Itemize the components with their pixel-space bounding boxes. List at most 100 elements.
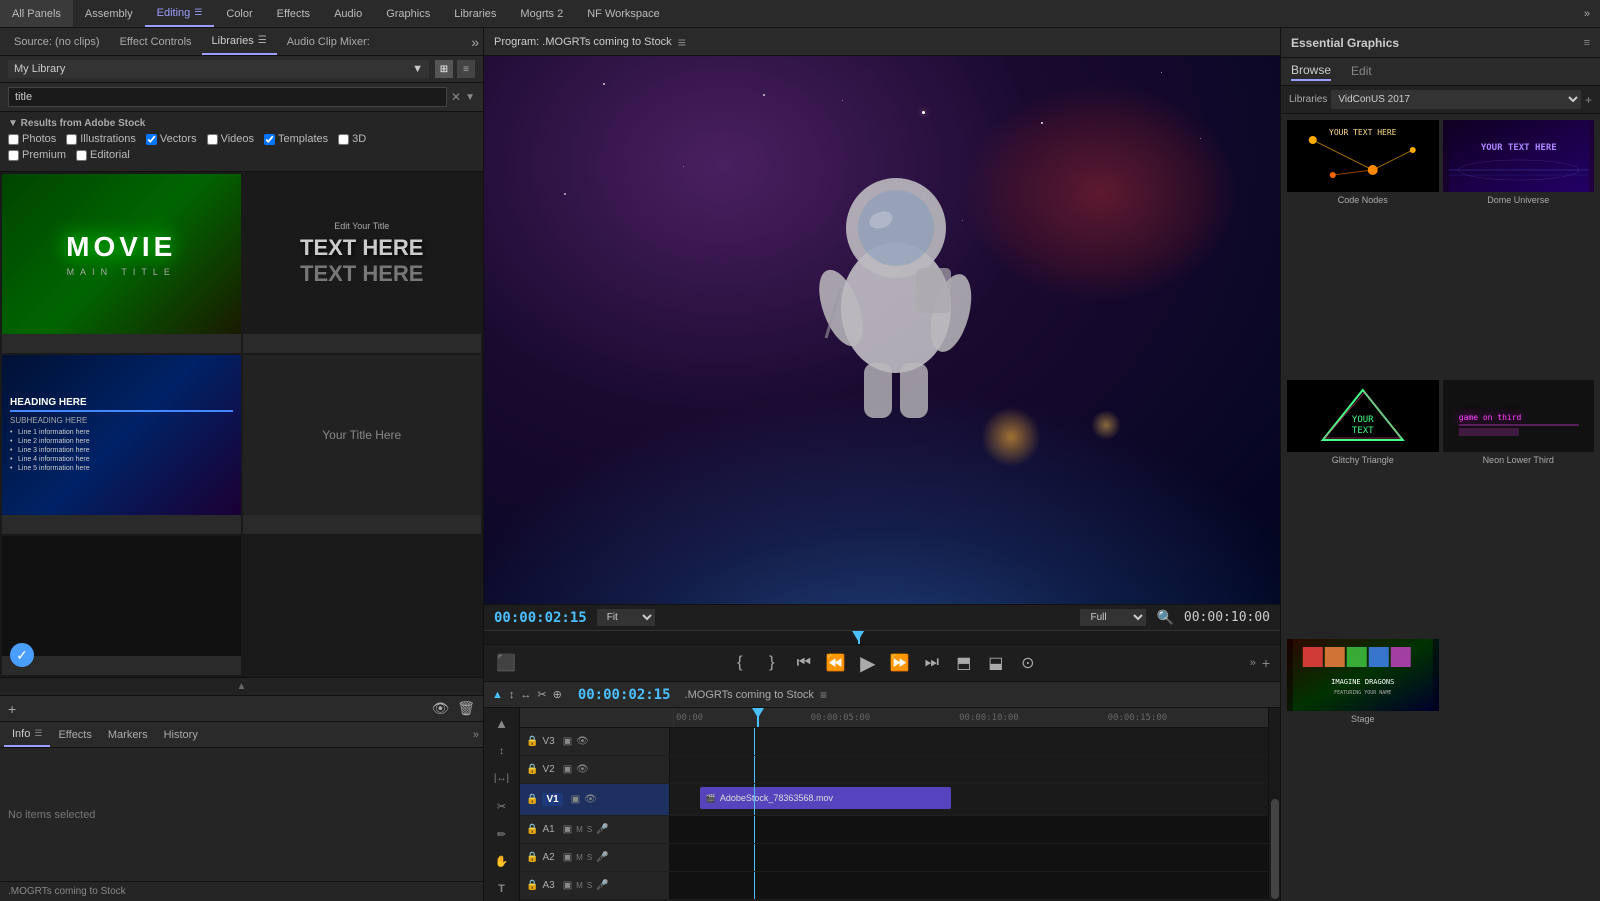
tab-history[interactable]: History — [156, 722, 206, 747]
tab-effect-controls[interactable]: Effect Controls — [110, 28, 202, 55]
nav-nf-workspace[interactable]: NF Workspace — [575, 0, 672, 27]
tl-tool-ripple[interactable]: |↔| — [490, 767, 514, 791]
lib-trash-btn[interactable]: 🗑 — [457, 700, 475, 717]
nav-expand[interactable]: » — [1574, 0, 1600, 27]
nav-color[interactable]: Color — [214, 0, 264, 27]
tab-source[interactable]: Source: (no clips) — [4, 28, 110, 55]
export-frame-btn[interactable]: ⊙ — [1016, 651, 1040, 675]
timeline-scrollbar[interactable] — [1271, 799, 1279, 899]
search-dropdown-icon[interactable]: ▼ — [465, 92, 475, 103]
tl-tool-razor[interactable]: ✂ — [490, 795, 514, 819]
track-v1-lock[interactable]: 🔒 — [526, 794, 538, 805]
info-expand-btn[interactable]: » — [473, 729, 479, 741]
track-v3-lock[interactable]: 🔒 — [526, 736, 538, 747]
lib-eye-btn[interactable]: 👁 — [431, 700, 449, 717]
nav-graphics[interactable]: Graphics — [374, 0, 442, 27]
filter-3d[interactable]: 3D — [338, 133, 366, 145]
nav-audio[interactable]: Audio — [322, 0, 374, 27]
filter-templates[interactable]: Templates — [264, 133, 328, 145]
tl-tool-arrow[interactable]: ▲ — [490, 712, 514, 736]
tab-audio-clip-mixer[interactable]: Audio Clip Mixer: — [277, 28, 380, 55]
thumb-text-edit[interactable]: Edit Your Title TEXT HERE TEXT HERE — [243, 174, 482, 353]
eg-lib-add-icon[interactable]: + — [1585, 93, 1592, 107]
track-a1-lock[interactable]: 🔒 — [526, 824, 538, 835]
tl-tool-hand[interactable]: ✋ — [490, 850, 514, 874]
eg-template-stage[interactable]: IMAGINE DRAGONS FEATURING YOUR NAME Stag… — [1287, 639, 1439, 895]
scrubber-bar[interactable] — [484, 630, 1280, 644]
nav-editing[interactable]: Editing ☰ — [145, 0, 215, 27]
track-a1-target[interactable]: ▣ — [563, 824, 572, 835]
wrench-icon[interactable]: » — [1250, 657, 1256, 669]
track-a3-target[interactable]: ▣ — [563, 880, 572, 891]
track-v1-eye[interactable]: 👁 — [584, 794, 597, 805]
insert-btn[interactable]: ⬒ — [952, 651, 976, 675]
tl-ripple-tool[interactable]: ↔ — [520, 689, 531, 701]
track-a3-lock[interactable]: 🔒 — [526, 880, 538, 891]
filter-premium[interactable]: Premium — [8, 149, 66, 161]
nav-mogrts2[interactable]: Mogrts 2 — [508, 0, 575, 27]
thumb-partial[interactable]: ✓ — [2, 536, 241, 675]
tl-tool-track-sel[interactable]: ↕ — [490, 740, 514, 764]
filter-editorial[interactable]: Editorial — [76, 149, 130, 161]
search-clear-icon[interactable]: ✕ — [451, 90, 461, 104]
tab-effects[interactable]: Effects — [50, 722, 99, 747]
scroll-up-indicator[interactable]: ▲ — [237, 681, 247, 692]
scrubber-handle[interactable] — [852, 631, 864, 641]
track-a2-target[interactable]: ▣ — [563, 852, 572, 863]
track-v2-lock[interactable]: 🔒 — [526, 764, 538, 775]
track-clip-v1[interactable]: 🎬 AdobeStock_78363568.mov — [700, 787, 951, 809]
track-v1-target[interactable]: ▣ — [571, 794, 580, 805]
zoom-icon[interactable]: 🔍 — [1156, 609, 1173, 626]
eg-template-dome-universe[interactable]: YOUR TEXT HERE Dome Universe — [1443, 120, 1595, 376]
nav-all-panels[interactable]: All Panels — [0, 0, 73, 27]
library-dropdown[interactable]: My Library ▼ — [8, 60, 429, 78]
track-a1-m[interactable]: M — [576, 825, 583, 834]
track-a3-m[interactable]: M — [576, 881, 583, 890]
thumb-news[interactable]: HEADING HERE SUBHEADING HERE Line 1 info… — [2, 355, 241, 534]
fit-dropdown[interactable]: Fit 25% 50% 100% — [597, 609, 655, 626]
goto-out-btn[interactable]: ⏭ — [920, 651, 944, 675]
track-a1-mic[interactable]: 🎤 — [596, 824, 608, 835]
tl-tool-type[interactable]: T — [490, 877, 514, 901]
marker-btn[interactable]: ⬛ — [494, 651, 518, 675]
quality-dropdown[interactable]: Full Half Quarter — [1080, 609, 1146, 626]
play-btn[interactable]: ▶ — [856, 651, 880, 675]
eg-menu-icon[interactable]: ≡ — [1584, 37, 1590, 49]
tl-tool-pen[interactable]: ✏ — [490, 822, 514, 846]
step-fwd-btn[interactable]: ⏩ — [888, 651, 912, 675]
filter-vectors[interactable]: Vectors — [146, 133, 197, 145]
track-a1-s[interactable]: S — [587, 825, 592, 834]
track-a3-s[interactable]: S — [587, 881, 592, 890]
eg-template-glitchy[interactable]: YOUR TEXT Glitchy Triangle — [1287, 380, 1439, 636]
thumb-plain-title[interactable]: Your Title Here — [243, 355, 482, 534]
track-a3-mic[interactable]: 🎤 — [596, 880, 608, 891]
tab-info[interactable]: Info ☰ — [4, 722, 50, 747]
tl-select-tool[interactable]: ▲ — [492, 689, 503, 701]
track-a2-s[interactable]: S — [587, 853, 592, 862]
lib-add-btn[interactable]: + — [8, 701, 16, 717]
view-grid-btn[interactable]: ⊞ — [435, 60, 453, 78]
track-a2-lock[interactable]: 🔒 — [526, 852, 538, 863]
in-point-btn[interactable]: { — [728, 651, 752, 675]
tl-slip-tool[interactable]: ⊕ — [553, 688, 562, 701]
nav-effects[interactable]: Effects — [265, 0, 322, 27]
tl-razor-tool[interactable]: ✂ — [537, 688, 546, 701]
eg-tab-edit[interactable]: Edit — [1351, 64, 1372, 80]
track-v2-target[interactable]: ▣ — [563, 764, 572, 775]
filter-photos[interactable]: Photos — [8, 133, 56, 145]
tab-libraries[interactable]: Libraries ☰ — [202, 28, 277, 55]
track-v2-eye[interactable]: 👁 — [576, 764, 589, 775]
thumb-movie-title[interactable]: MOVIE MAIN TITLE — [2, 174, 241, 353]
track-a2-m[interactable]: M — [576, 853, 583, 862]
tl-track-select[interactable]: ↕ — [509, 689, 515, 701]
track-v3-eye[interactable]: 👁 — [576, 736, 589, 747]
nav-assembly[interactable]: Assembly — [73, 0, 145, 27]
filter-videos[interactable]: Videos — [207, 133, 254, 145]
program-menu-icon[interactable]: ≡ — [678, 34, 686, 50]
search-input[interactable] — [8, 87, 447, 107]
timeline-menu-icon[interactable]: ≡ — [820, 688, 827, 702]
step-back-btn[interactable]: ⏪ — [824, 651, 848, 675]
track-a2-mic[interactable]: 🎤 — [596, 852, 608, 863]
panel-expand-icon[interactable]: » — [471, 34, 479, 50]
add-panel-btn[interactable]: + — [1262, 655, 1270, 671]
